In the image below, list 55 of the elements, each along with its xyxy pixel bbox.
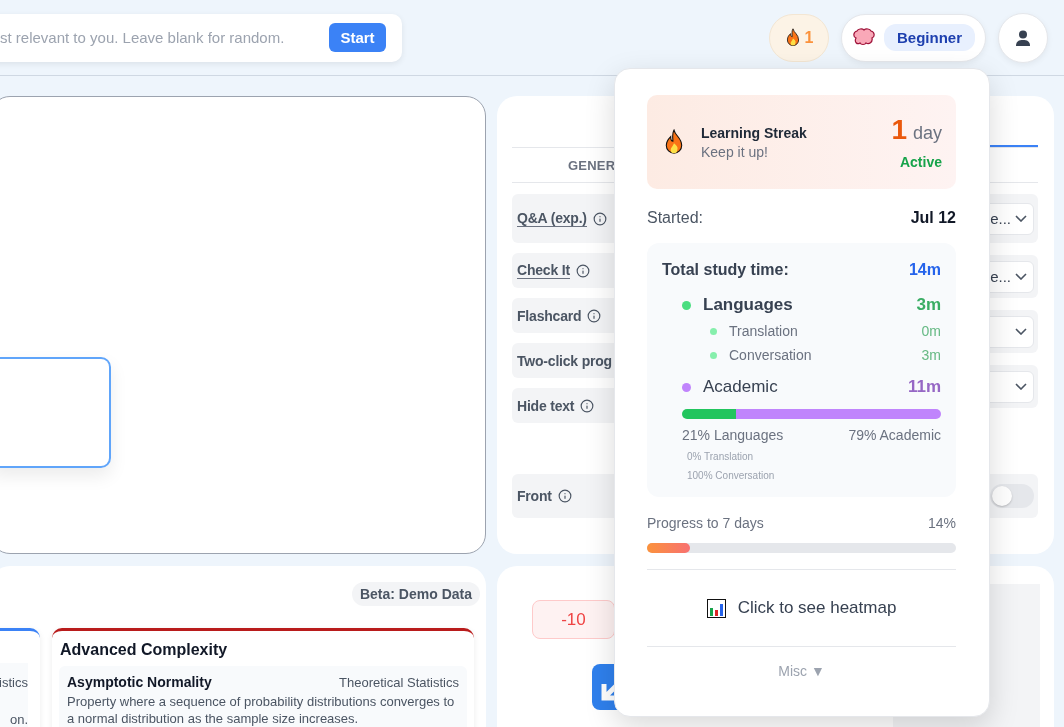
started-label: Started: [647,209,704,227]
chevron-down-icon [1015,273,1027,280]
brain-icon [852,27,876,48]
column-header: GENER [568,157,616,173]
chevron-down-icon [1015,215,1027,222]
sub-breakdown-label: 100% Conversation [687,470,776,481]
breakdown-label: 79% Academic [848,427,941,443]
study-total-value: 14m [908,261,941,279]
bar-chart-icon [706,598,726,618]
chevron-down-icon [1015,328,1027,335]
card-title: Advanced Complexity [60,641,229,659]
heatmap-button[interactable]: Click to see heatmap [647,570,956,646]
flame-icon [663,128,685,156]
concept-field: Theoretical Statistics [339,675,459,690]
setting-label: Check It [517,262,570,279]
subcategory-time: 3m [921,347,941,363]
concept-text: istics [0,675,28,690]
progress-reading: 14% [927,515,956,531]
started-date: Jul 12 [910,209,956,227]
level-button[interactable]: Beginner [841,13,986,62]
chevron-down-icon [1015,383,1027,390]
subcategory-time: 0m [921,323,941,339]
streak-subtitle: Keep it up! [701,143,769,160]
concept-text: on. [9,712,28,727]
subcategory-name: Conversation [729,347,812,363]
streak-status: Active [899,154,942,170]
concept-description: Property where a sequence of probability distributions converges to a normal distribution as the sample size increases. [67,693,456,727]
category-time: 11m [907,377,941,397]
setting-label: Hide text [517,397,575,414]
subcategory-name: Translation [729,323,798,339]
category-name: Academic [703,377,778,397]
streak-title: Learning Streak [701,124,807,141]
setting-label: Front [517,488,552,504]
flame-icon [784,27,801,48]
sub-breakdown-label: 0% Translation [687,451,755,462]
breakdown-label: 21% Languages [682,427,784,443]
setting-label: Q&A (exp.) [517,210,587,227]
study-total-label: Total study time: [662,261,789,279]
streak-count: 1 [891,114,907,146]
beta-badge: Beta: Demo Data [351,582,480,606]
category-time: 3m [916,295,941,315]
tab-indicator [990,145,1038,147]
toggle-switch[interactable] [990,484,1034,508]
start-button[interactable]: Start [329,23,386,52]
category-name: Languages [703,295,793,315]
streak-unit: day [912,123,942,144]
score-badge: -10 [532,600,615,639]
progress-label: Progress to 7 days [647,515,764,531]
option-card[interactable] [0,357,111,468]
setting-label: Flashcard [517,307,582,324]
concept-name: Asymptotic Normality [67,674,212,690]
profile-button[interactable] [998,12,1048,63]
user-icon [1016,29,1030,46]
setting-label: Two-click prog [517,352,612,369]
search-field[interactable]: st relevant to you. Leave blank for random. Start [0,13,402,62]
